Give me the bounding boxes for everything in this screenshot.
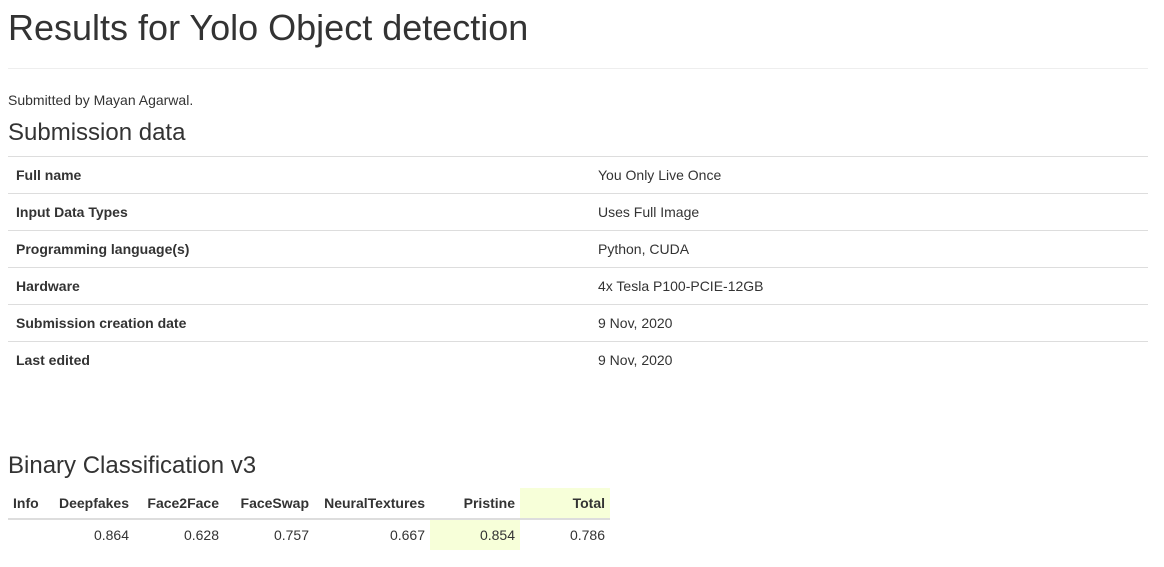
col-header-total: Total	[520, 487, 610, 520]
header-row: Info Deepfakes Face2Face FaceSwap Neural…	[8, 487, 610, 520]
table-row: Hardware 4x Tesla P100-PCIE-12GB	[8, 267, 1148, 305]
row-value: Python, CUDA	[590, 230, 1148, 268]
cell-total: 0.786	[569, 526, 605, 543]
row-value: Uses Full Image	[590, 193, 1148, 231]
binary-classification-heading: Binary Classification v3	[8, 451, 257, 479]
results-page: Results for Yolo Object detection Submit…	[0, 0, 1164, 550]
col-header-face2face: Face2Face	[134, 487, 224, 520]
submission-data-heading: Submission data	[8, 119, 186, 146]
row-label: Full name	[8, 156, 590, 194]
table-row: Full name You Only Live Once	[8, 156, 1148, 194]
row-label: Hardware	[8, 267, 590, 305]
col-header-neuraltextures: NeuralTextures	[314, 487, 430, 520]
cell-neuraltextures: 0.667	[389, 526, 425, 543]
table-row: 0.864 0.628 0.757 0.667 0.854 0.786	[8, 518, 610, 550]
col-header-deepfakes: Deepfakes	[50, 487, 134, 520]
page-title: Results for Yolo Object detection	[8, 7, 529, 48]
row-value: 9 Nov, 2020	[590, 304, 1148, 342]
cell-deepfakes: 0.864	[93, 526, 129, 543]
table-row: Input Data Types Uses Full Image	[8, 193, 1148, 231]
binary-classification-table: Info Deepfakes Face2Face FaceSwap Neural…	[8, 487, 610, 550]
row-label: Programming language(s)	[8, 230, 590, 268]
col-header-info: Info	[8, 487, 50, 520]
col-header-faceswap: FaceSwap	[224, 487, 314, 520]
submitted-by-text: Submitted by Mayan Agarwal.	[8, 92, 194, 108]
table-row: Submission creation date 9 Nov, 2020	[8, 304, 1148, 342]
title-divider	[8, 68, 1148, 69]
row-label: Input Data Types	[8, 193, 590, 231]
cell-info	[8, 519, 50, 550]
row-label: Submission creation date	[8, 304, 590, 342]
row-label: Last edited	[8, 341, 590, 379]
table-row: Last edited 9 Nov, 2020	[8, 341, 1148, 379]
cell-faceswap: 0.757	[273, 526, 309, 543]
row-value: You Only Live Once	[590, 156, 1148, 194]
cell-face2face: 0.628	[183, 526, 219, 543]
row-value: 9 Nov, 2020	[590, 341, 1148, 379]
cell-pristine: 0.854	[430, 518, 520, 550]
table-row: Programming language(s) Python, CUDA	[8, 230, 1148, 268]
submission-data-table: Full name You Only Live Once Input Data …	[8, 156, 1148, 379]
row-value: 4x Tesla P100-PCIE-12GB	[590, 267, 1148, 305]
col-header-pristine: Pristine	[430, 487, 520, 520]
